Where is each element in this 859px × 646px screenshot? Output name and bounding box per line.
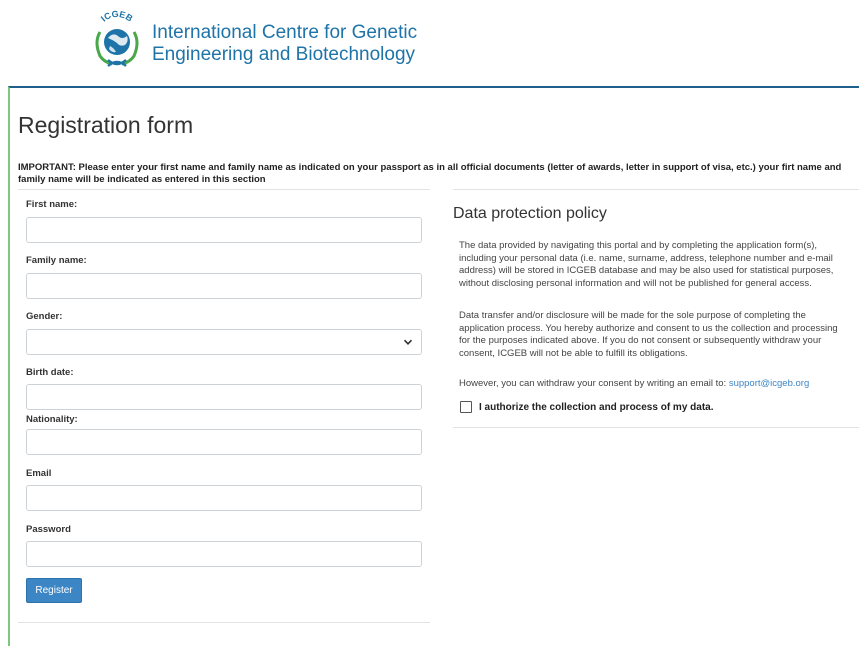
birth-date-label: Birth date: [26, 367, 74, 378]
logo-text: ICGEB [99, 9, 135, 24]
support-email-link[interactable]: support@icgeb.org [729, 378, 809, 389]
policy-p1-line: The data provided by navigating this por… [459, 240, 818, 251]
policy-p1-line: address) will be stored in ICGEB databas… [459, 265, 834, 277]
password-label: Password [26, 524, 71, 535]
family-name-label: Family name: [26, 255, 87, 266]
form-bottom-divider [18, 622, 430, 623]
withdraw-consent-text: However, you can withdraw your consent b… [459, 378, 729, 389]
birth-date-input[interactable] [26, 384, 422, 410]
consent-label[interactable]: I authorize the collection and process o… [479, 402, 714, 413]
gender-select[interactable] [26, 329, 422, 355]
email-label: Email [26, 468, 52, 479]
consent-row[interactable]: I authorize the collection and process o… [460, 401, 714, 413]
icgeb-logo-icon[interactable]: ICGEB [86, 9, 148, 72]
important-notice-line1: IMPORTANT: Please enter your first name … [18, 162, 842, 173]
policy-top-divider [453, 189, 859, 190]
consent-checkbox[interactable] [460, 401, 472, 413]
site-header: ICGEB International Centre for Genetic E… [0, 0, 859, 86]
gender-label: Gender: [26, 311, 63, 322]
svg-text:ICGEB: ICGEB [99, 10, 135, 24]
form-top-divider [18, 189, 430, 190]
policy-paragraph-1: The data provided by navigating this por… [459, 240, 859, 291]
policy-bottom-divider [453, 427, 859, 428]
policy-paragraph-3: However, you can withdraw your consent b… [459, 378, 859, 391]
policy-p2-line: consent, ICGEB will not be able to fulfi… [459, 348, 688, 360]
policy-p1-line: without disclosing personal information … [459, 278, 812, 290]
org-name-line1: International Centre for Genetic [152, 22, 418, 43]
org-name-line2: Engineering and Biotechnology [152, 44, 416, 65]
data-protection-title: Data protection policy [453, 205, 607, 222]
first-name-input[interactable] [26, 217, 422, 243]
password-input[interactable] [26, 541, 422, 567]
nationality-label: Nationality: [26, 414, 78, 425]
policy-p2-line: Data transfer and/or disclosure will be … [459, 310, 806, 321]
nationality-input[interactable] [26, 429, 422, 455]
important-notice-line2: family name will be indicated as entered… [18, 174, 266, 185]
email-input[interactable] [26, 485, 422, 511]
important-notice: IMPORTANT: Please enter your first name … [18, 162, 859, 186]
family-name-input[interactable] [26, 273, 422, 299]
policy-p2-line: for the purposes indicated above. If you… [459, 335, 822, 347]
policy-p2-line: application process. You hereby authoriz… [459, 322, 838, 334]
register-button[interactable]: Register [26, 578, 82, 603]
first-name-label: First name: [26, 199, 78, 210]
page-title: Registration form [18, 112, 194, 138]
policy-p1-line: including your personal data (i.e. name,… [459, 252, 833, 264]
policy-paragraph-2: Data transfer and/or disclosure will be … [459, 310, 859, 361]
organization-name[interactable]: International Centre for Genetic Enginee… [152, 22, 417, 66]
chevron-down-icon [403, 339, 413, 345]
